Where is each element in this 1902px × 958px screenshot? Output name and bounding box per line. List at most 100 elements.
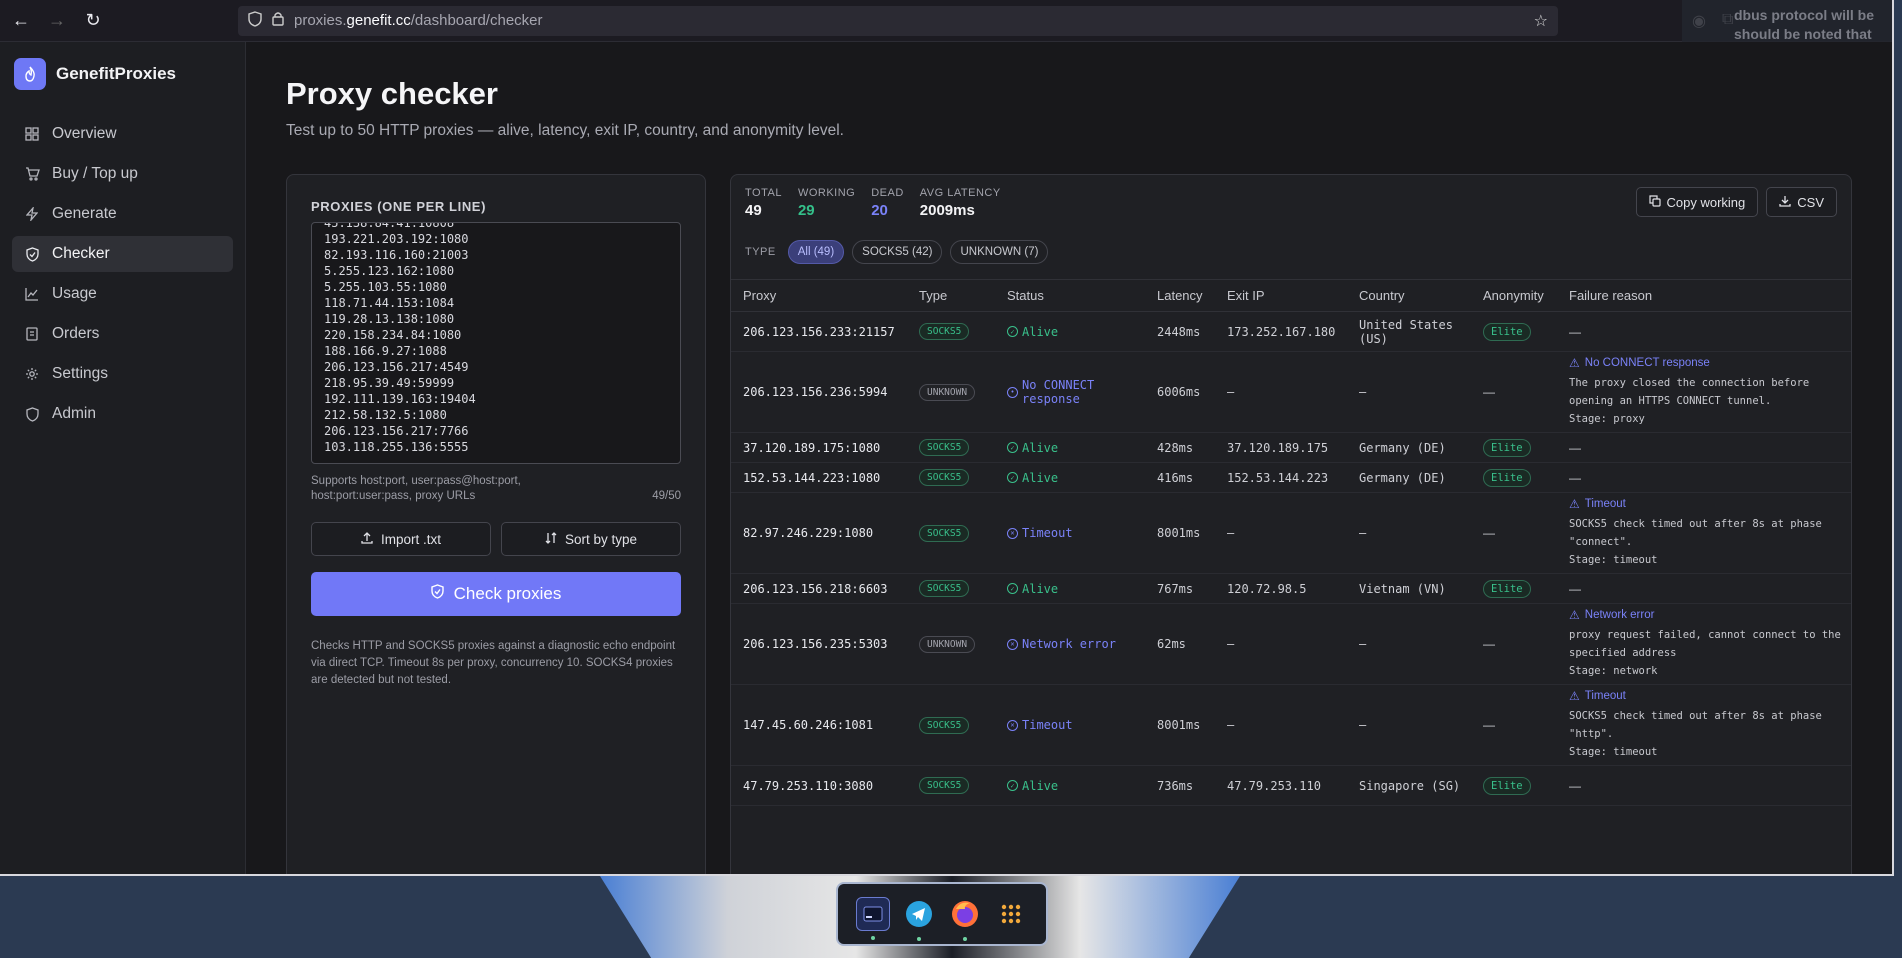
table-row[interactable]: 147.45.60.246:1081 SOCKS5 ✕ Timeout 8001ms — —… <box>731 684 1851 766</box>
table-row[interactable]: 47.79.253.110:3080 SOCKS5 ✓ Alive 736ms 47.79… <box>731 765 1851 806</box>
anonymity-badge: Elite <box>1483 468 1531 487</box>
table-row[interactable]: 206.123.156.218:6603 SOCKS5 ✓ Alive 767ms 120… <box>731 573 1851 604</box>
col-type[interactable]: Type <box>907 279 995 312</box>
table-row[interactable]: 206.123.156.235:5303 UNKNOWN ✕ Network erro… <box>731 603 1851 685</box>
proxies-textarea[interactable]: 45.138.84.41:10808 193.221.203.192:1080 82… <box>311 222 681 464</box>
failure-title: ⚠ Timeout <box>1569 497 1626 511</box>
cell-failure-reason: — <box>1557 462 1851 493</box>
proxies-label: PROXIES (ONE PER LINE) <box>311 199 487 214</box>
filter-chip-all[interactable]: All (49) <box>787 240 845 264</box>
check-circle-icon: ✓ <box>1007 780 1018 791</box>
proxy-line: 206.123.156.217:7766 <box>324 424 469 438</box>
table-row[interactable]: 206.123.156.233:21157 SOCKS5 ✓ Alive 2448ms 1… <box>731 311 1851 352</box>
sidebar-item-generate[interactable]: Generate <box>12 196 233 232</box>
cell-type: UNKNOWN <box>907 603 995 685</box>
reload-icon[interactable]: ↻ <box>82 10 104 31</box>
col-proxy[interactable]: Proxy <box>731 279 907 312</box>
cell-status: • No CONNECT response <box>995 351 1145 433</box>
table-row[interactable]: 82.97.246.229:1080 SOCKS5 ✕ Timeout 8001ms — —… <box>731 492 1851 574</box>
col-anonymity[interactable]: Anonymity <box>1471 279 1557 312</box>
sidebar: GenefitProxies Overview Buy / Top up Gen… <box>0 42 246 874</box>
col-exit-ip[interactable]: Exit IP <box>1215 279 1347 312</box>
x-circle-icon: ✕ <box>1007 719 1018 731</box>
col-country[interactable]: Country <box>1347 279 1471 312</box>
proxies-textarea-content: 45.138.84.41:10808 193.221.203.192:1080 82… <box>324 223 668 455</box>
browser-window: ← → ↻ proxies.genefit.cc/dashboard/check… <box>0 0 1894 876</box>
firefox-icon[interactable] <box>948 897 982 941</box>
proxy-line: 193.221.203.192:1080 <box>324 232 469 246</box>
app-root: GenefitProxies Overview Buy / Top up Gen… <box>0 42 1892 874</box>
sidebar-item-admin[interactable]: Admin <box>12 396 233 432</box>
type-badge: SOCKS5 <box>919 716 970 734</box>
dock <box>836 882 1048 946</box>
sidebar-item-checker[interactable]: Checker <box>12 236 233 272</box>
gear-icon <box>24 366 40 382</box>
proxy-count: 49/50 <box>652 490 681 502</box>
cell-failure-reason: ⚠ No CONNECT response The proxy closed the… <box>1557 351 1851 433</box>
table-row[interactable]: 206.123.156.236:5994 UNKNOWN • No CONNECT r… <box>731 351 1851 433</box>
failure-detail: SOCKS5 check timed out after 8s at phase… <box>1569 710 1822 758</box>
anonymity-empty: — <box>1483 526 1495 540</box>
csv-download-button[interactable]: CSV <box>1766 187 1837 217</box>
check-proxies-button[interactable]: Check proxies <box>311 572 681 616</box>
brand[interactable]: GenefitProxies <box>12 58 233 90</box>
telegram-icon[interactable] <box>902 897 936 941</box>
proxy-line: 5.255.103.55:1080 <box>324 280 447 294</box>
sidebar-item-orders[interactable]: Orders <box>12 316 233 352</box>
app-grid-icon[interactable] <box>994 897 1028 931</box>
cell-exit-ip: 37.120.189.175 <box>1215 432 1347 463</box>
cell-anonymity: Elite <box>1471 573 1557 604</box>
forward-arrow-icon[interactable]: → <box>46 10 68 31</box>
filter-chip-unknown[interactable]: UNKNOWN (7) <box>950 240 1049 264</box>
results-actions: Copy working CSV <box>1635 187 1837 217</box>
warning-icon: ⚠ <box>1569 689 1580 703</box>
cell-exit-ip: 47.79.253.110 <box>1215 765 1347 806</box>
terminal-icon[interactable] <box>856 897 890 940</box>
url-bar[interactable]: proxies.genefit.cc/dashboard/checker ☆ <box>238 5 1558 36</box>
anonymity-badge: Elite <box>1483 579 1531 598</box>
filter-chip-socks5[interactable]: SOCKS5 (42) <box>852 240 943 264</box>
cell-latency: 767ms <box>1145 573 1215 604</box>
lock-icon[interactable] <box>272 11 284 30</box>
sidebar-item-usage[interactable]: Usage <box>12 276 233 312</box>
x-circle-icon: ✕ <box>1007 638 1018 650</box>
cell-country: Singapore (SG) <box>1347 765 1471 806</box>
stat-total: TOTAL 49 <box>745 187 782 219</box>
download-icon <box>1779 195 1791 210</box>
page-title: Proxy checker <box>286 76 498 111</box>
proxy-input-panel: PROXIES (ONE PER LINE) 45.138.84.41:1080… <box>286 174 706 874</box>
cell-failure-reason: ⚠ Timeout SOCKS5 check timed out after 8s … <box>1557 492 1851 574</box>
tracking-shield-icon[interactable] <box>248 10 262 31</box>
warning-icon: ⚠ <box>1569 497 1580 511</box>
bookmark-star-icon[interactable]: ☆ <box>1534 11 1548 31</box>
anonymity-empty: — <box>1483 718 1495 732</box>
cell-latency: 8001ms <box>1145 684 1215 766</box>
col-failure-reason[interactable]: Failure reason <box>1557 279 1851 312</box>
sort-by-type-button[interactable]: Sort by type <box>501 522 681 556</box>
copy-working-button[interactable]: Copy working <box>1635 187 1759 217</box>
cell-type: UNKNOWN <box>907 351 995 433</box>
table-row[interactable]: 37.120.189.175:1080 SOCKS5 ✓ Alive 428ms 37.1… <box>731 432 1851 463</box>
sidebar-item-overview[interactable]: Overview <box>12 116 233 152</box>
sidebar-item-buy[interactable]: Buy / Top up <box>12 156 233 192</box>
table-row[interactable]: 152.53.144.223:1080 SOCKS5 ✓ Alive 416ms 152.… <box>731 462 1851 493</box>
back-arrow-icon[interactable]: ← <box>10 10 32 31</box>
cell-country: Vietnam (VN) <box>1347 573 1471 604</box>
browser-toolbar: ← → ↻ proxies.genefit.cc/dashboard/check… <box>0 0 1892 42</box>
sidebar-item-settings[interactable]: Settings <box>12 356 233 392</box>
sort-by-type-label: Sort by type <box>564 531 638 547</box>
cell-latency: 416ms <box>1145 462 1215 493</box>
url-text: proxies.genefit.cc/dashboard/checker <box>294 12 543 29</box>
type-badge: UNKNOWN <box>919 383 976 401</box>
cell-proxy: 152.53.144.223:1080 <box>731 462 907 493</box>
cell-status: ✓ Alive <box>995 765 1145 806</box>
cell-type: SOCKS5 <box>907 765 995 806</box>
import-txt-button[interactable]: Import .txt <box>311 522 491 556</box>
cell-country: — <box>1347 684 1471 766</box>
cell-country: Germany (DE) <box>1347 432 1471 463</box>
csv-label: CSV <box>1797 194 1824 210</box>
col-status[interactable]: Status <box>995 279 1145 312</box>
proxy-line: 188.166.9.27:1088 <box>324 344 447 358</box>
col-latency[interactable]: Latency <box>1145 279 1215 312</box>
receipt-icon <box>24 326 40 342</box>
